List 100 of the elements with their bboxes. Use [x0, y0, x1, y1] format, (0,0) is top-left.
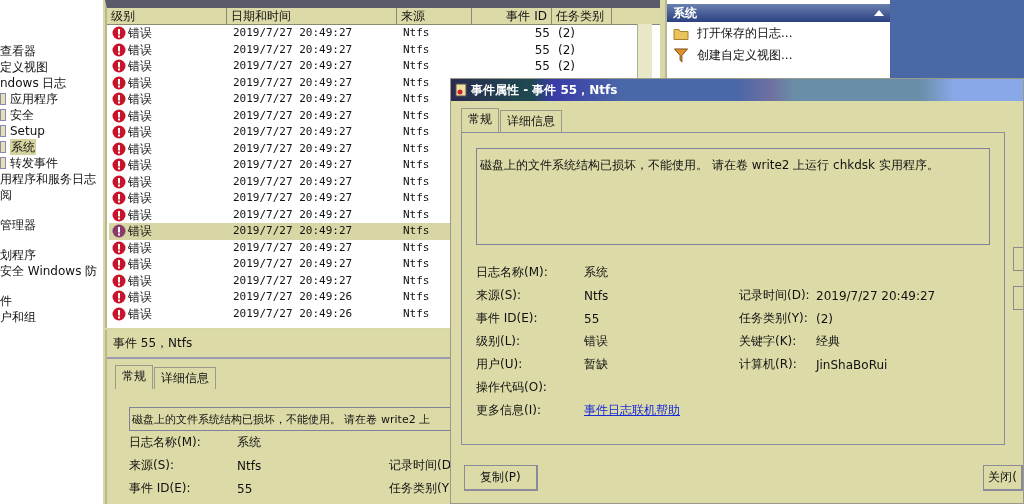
table-cell: 2019/7/27 20:49:27 — [233, 191, 353, 205]
table-cell: Ntfs — [403, 174, 430, 188]
tree-item[interactable]: 户和组 — [0, 309, 103, 325]
column-header[interactable]: 事件 ID — [472, 8, 552, 24]
table-cell: 2019/7/27 20:49:26 — [233, 306, 353, 320]
table-cell: 2019/7/27 20:49:27 — [233, 75, 353, 89]
tree-item[interactable]: 定义视图 — [0, 59, 103, 75]
table-cell-text: (2) — [557, 58, 576, 75]
table-cell: Ntfs — [403, 290, 430, 304]
column-header[interactable]: 任务类别 — [552, 8, 612, 24]
dialog-button[interactable]: 关闭( — [983, 465, 1023, 491]
tree-item[interactable]: 阅 — [0, 187, 103, 203]
event-row[interactable]: 错误 2019/7/27 20:49:27 Ntfs — [109, 140, 660, 157]
tree-item[interactable]: Setup — [10, 123, 45, 139]
event-row[interactable]: 错误 2019/7/27 20:49:27 Ntfs — [109, 173, 660, 190]
event-row[interactable]: 错误 2019/7/27 20:49:27 Ntfs — [109, 190, 660, 207]
table-cell: 错误 — [128, 239, 152, 256]
table-cell: 错误 — [128, 256, 152, 273]
tree-item[interactable]: 查看器 — [0, 43, 103, 59]
table-cell: Ntfs — [403, 92, 430, 106]
action-link[interactable]: 创建自定义视图... — [697, 46, 793, 64]
field-label: 更多信息(I): — [476, 402, 542, 419]
tab[interactable]: 详细信息 — [154, 367, 216, 389]
event-row[interactable]: 错误 2019/7/27 20:49:27 Ntfs 55 (2) — [109, 25, 660, 42]
table-cell: 错误 — [128, 272, 152, 289]
field-value: Ntfs — [584, 288, 610, 303]
event-row[interactable]: 错误 2019/7/27 20:49:27 Ntfs — [109, 239, 660, 256]
table-cell: 2019/7/27 20:49:27 — [233, 273, 353, 287]
field-label: 级别(L): — [476, 333, 522, 350]
table-cell: 错误 — [128, 91, 152, 108]
tab[interactable]: 详细信息 — [500, 110, 562, 132]
column-header[interactable]: 来源 — [397, 8, 472, 24]
tree-item[interactable]: 转发事件 — [10, 155, 58, 171]
side-button[interactable] — [1013, 247, 1023, 271]
tree-item[interactable]: ndows 日志 — [0, 75, 103, 91]
table-cell-text: (2) — [557, 41, 576, 58]
field-value: Ntfs — [237, 458, 263, 473]
dialog-button[interactable]: 复制(P) — [464, 465, 538, 491]
error-icon — [112, 290, 126, 305]
column-header[interactable]: 日期和时间 — [227, 8, 397, 24]
table-cell: 2019/7/27 20:49:27 — [233, 207, 353, 221]
help-link[interactable]: 事件日志联机帮助 — [584, 402, 739, 419]
tab[interactable]: 常规 — [461, 108, 499, 132]
actions-title: 系统 — [673, 4, 697, 22]
error-icon — [112, 191, 126, 206]
table-cell: 2019/7/27 20:49:27 — [233, 240, 353, 254]
filter-icon — [673, 47, 689, 63]
field-label: 记录时间(D): — [739, 287, 811, 304]
table-cell: 2019/7/27 20:49:27 — [233, 26, 353, 40]
message-text: 磁盘上的文件系统结构已损坏，不能使用。 请在卷 write2 上运行 chkdsk 实用程序。 — [480, 158, 939, 172]
tree-item[interactable]: 安全 Windows 防 — [0, 263, 103, 279]
table-cell: 错误 — [128, 140, 152, 157]
table-cell: Ntfs — [403, 224, 430, 238]
table-cell: 错误 — [128, 305, 152, 322]
table-cell: Ntfs — [403, 257, 430, 271]
table-cell: 2019/7/27 20:49:27 — [233, 59, 353, 73]
error-icon — [112, 75, 126, 90]
column-header[interactable]: 级别 — [107, 8, 227, 24]
table-cell: 错误 — [128, 157, 152, 174]
table-cell: Ntfs — [403, 59, 430, 73]
field-label: 计算机(R): — [739, 356, 798, 373]
title-bar[interactable]: 事件属性 - 事件 55，Ntfs — [451, 79, 1023, 101]
tab[interactable]: 常规 — [115, 365, 153, 389]
table-cell: 2019/7/27 20:49:27 — [233, 125, 353, 139]
field-value: 系统 — [237, 434, 262, 451]
field-label: 关键字(K): — [739, 333, 798, 350]
table-cell: Ntfs — [403, 26, 430, 40]
tree-item[interactable]: 安全 — [10, 107, 34, 123]
field-value: 系统 — [584, 264, 609, 281]
error-icon — [112, 257, 126, 272]
field-value: JinShaBoRui — [816, 357, 888, 372]
table-cell: 2019/7/27 20:49:27 — [233, 257, 353, 271]
table-cell: 错误 — [128, 107, 152, 124]
table-cell: 错误 — [128, 124, 152, 141]
tree-item[interactable]: 划程序 — [0, 247, 103, 263]
table-cell: 2019/7/27 20:49:27 — [233, 92, 353, 106]
table-cell-text: (2) — [557, 25, 576, 42]
tree-item[interactable]: 管理器 — [0, 217, 103, 233]
table-cell: Ntfs — [403, 42, 430, 56]
tree-item[interactable]: 件 — [0, 293, 103, 309]
tree-item[interactable]: 系统 — [10, 139, 36, 155]
error-icon — [112, 207, 126, 222]
actions-header[interactable]: 系统 — [667, 4, 890, 22]
tree-item[interactable]: 应用程序 — [10, 91, 58, 107]
event-row[interactable]: 错误 2019/7/27 20:49:27 Ntfs — [109, 206, 660, 223]
action-link[interactable]: 打开保存的日志... — [697, 24, 793, 42]
table-cell-text: 55 — [533, 41, 551, 58]
tree-item[interactable]: 用程序和服务日志 — [0, 171, 103, 187]
collapse-icon — [874, 10, 884, 16]
event-row[interactable]: 错误 2019/7/27 20:49:27 Ntfs 55 (2) — [109, 58, 660, 75]
table-cell-text: 55 — [533, 58, 551, 75]
field-label: 来源(S): — [129, 457, 176, 474]
table-cell: 2019/7/27 20:49:27 — [233, 42, 353, 56]
table-cell: Ntfs — [403, 125, 430, 139]
event-row[interactable]: 错误 2019/7/27 20:49:27 Ntfs 55 (2) — [109, 41, 660, 58]
window-title: 事件属性 - 事件 55，Ntfs — [471, 81, 618, 99]
side-button[interactable] — [1013, 286, 1023, 310]
table-cell: 2019/7/27 20:49:27 — [233, 224, 353, 238]
table-cell: 2019/7/27 20:49:27 — [233, 174, 353, 188]
table-cell: 错误 — [128, 223, 152, 240]
